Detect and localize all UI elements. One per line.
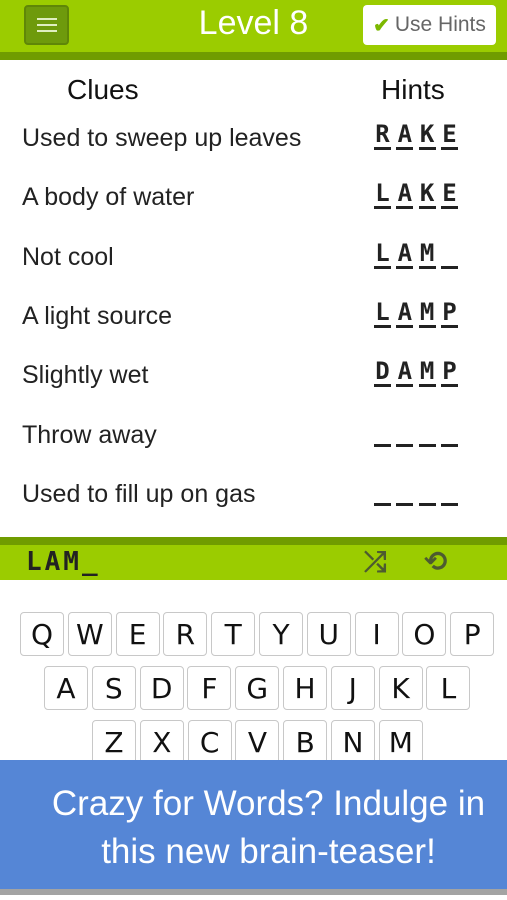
divider <box>0 537 507 545</box>
hint-slots[interactable] <box>374 417 458 447</box>
key-a[interactable]: A <box>44 666 88 710</box>
hint-slots[interactable]: LAKE <box>374 179 458 210</box>
hint-letter: M <box>418 357 436 388</box>
hint-letter: K <box>418 179 436 210</box>
key-z[interactable]: Z <box>92 720 136 764</box>
key-g[interactable]: G <box>235 666 280 710</box>
divider <box>0 52 507 60</box>
clue-text: Used to sweep up leaves <box>22 124 302 152</box>
key-s[interactable]: S <box>91 666 136 710</box>
hint-letter: E <box>440 120 458 150</box>
divider <box>0 889 507 895</box>
hint-letter: K <box>418 120 436 150</box>
clue-text: Slightly wet <box>22 361 149 390</box>
key-r[interactable]: R <box>163 612 208 656</box>
key-o[interactable]: O <box>402 612 447 656</box>
key-q[interactable]: Q <box>20 612 64 656</box>
clue-text: A body of water <box>22 183 195 212</box>
key-t[interactable]: T <box>211 612 256 656</box>
key-d[interactable]: D <box>139 666 184 710</box>
hint-letter: A <box>396 357 414 388</box>
key-e[interactable]: E <box>115 612 160 656</box>
key-y[interactable]: Y <box>259 612 303 656</box>
hint-letter: P <box>440 297 458 328</box>
key-k[interactable]: K <box>378 666 423 710</box>
key-m[interactable]: M <box>378 720 423 764</box>
key-i[interactable]: I <box>354 612 399 656</box>
use-hints-button[interactable]: ✔ Use Hints <box>363 5 496 45</box>
hint-letter <box>440 239 458 269</box>
clue-text: Used to fill up on gas <box>22 479 256 508</box>
key-h[interactable]: H <box>283 666 327 710</box>
hint-slots[interactable]: LAMP <box>374 298 458 328</box>
key-u[interactable]: U <box>306 612 351 656</box>
hint-letter: R <box>374 120 391 150</box>
hints-heading: Hints <box>381 74 445 105</box>
hint-letter <box>418 417 436 447</box>
key-p[interactable]: P <box>450 612 495 656</box>
hint-letter: L <box>374 179 391 210</box>
clue-text: Throw away <box>22 420 157 449</box>
hint-letter <box>396 417 414 447</box>
hint-letter <box>440 476 458 506</box>
hint-letter: P <box>440 357 458 388</box>
clue-text: Not cool <box>22 242 114 271</box>
key-n[interactable]: N <box>331 720 375 764</box>
hint-letter <box>418 476 436 506</box>
hint-letter: M <box>418 238 436 269</box>
hint-letter: E <box>440 179 458 210</box>
clues-heading: Clues <box>67 74 139 105</box>
header: Level 8 ✔ Use Hints <box>0 0 507 52</box>
clue-text: A light source <box>22 301 173 330</box>
input-bar: LAM_ ⤮ ⟲ <box>0 545 507 580</box>
hint-letter <box>440 417 458 447</box>
promo-banner[interactable]: Crazy for Words? Indulge in this new bra… <box>0 760 507 889</box>
key-b[interactable]: B <box>283 720 328 764</box>
repeat-icon[interactable]: ⟲ <box>424 545 447 578</box>
banner-line-2: this new brain-teaser! <box>101 832 436 871</box>
key-l[interactable]: L <box>426 666 471 710</box>
hint-letter <box>374 476 391 506</box>
key-f[interactable]: F <box>187 666 232 710</box>
check-icon: ✔ <box>373 14 390 37</box>
hint-letter: L <box>374 238 391 269</box>
hint-slots[interactable]: LAM <box>374 239 458 269</box>
hint-letter: A <box>396 120 414 150</box>
banner-line-1: Crazy for Words? Indulge in <box>51 784 486 823</box>
hint-slots[interactable] <box>374 476 458 506</box>
hint-letter: L <box>374 297 391 328</box>
hint-letter: A <box>396 179 414 210</box>
hint-letter <box>396 476 414 506</box>
hint-letter: A <box>396 238 414 269</box>
hint-letter <box>374 417 391 447</box>
hint-slots[interactable]: DAMP <box>374 357 458 388</box>
current-word: LAM_ <box>26 547 101 577</box>
hint-slots[interactable]: RAKE <box>374 120 458 150</box>
hint-letter: D <box>374 357 391 388</box>
key-w[interactable]: W <box>67 612 112 656</box>
hint-letter: M <box>418 297 436 328</box>
key-v[interactable]: V <box>235 720 280 764</box>
key-j[interactable]: J <box>330 666 375 710</box>
hint-letter: A <box>396 297 414 328</box>
key-c[interactable]: C <box>187 720 232 764</box>
key-x[interactable]: X <box>139 720 184 764</box>
shuffle-icon[interactable]: ⤮ <box>364 545 386 579</box>
